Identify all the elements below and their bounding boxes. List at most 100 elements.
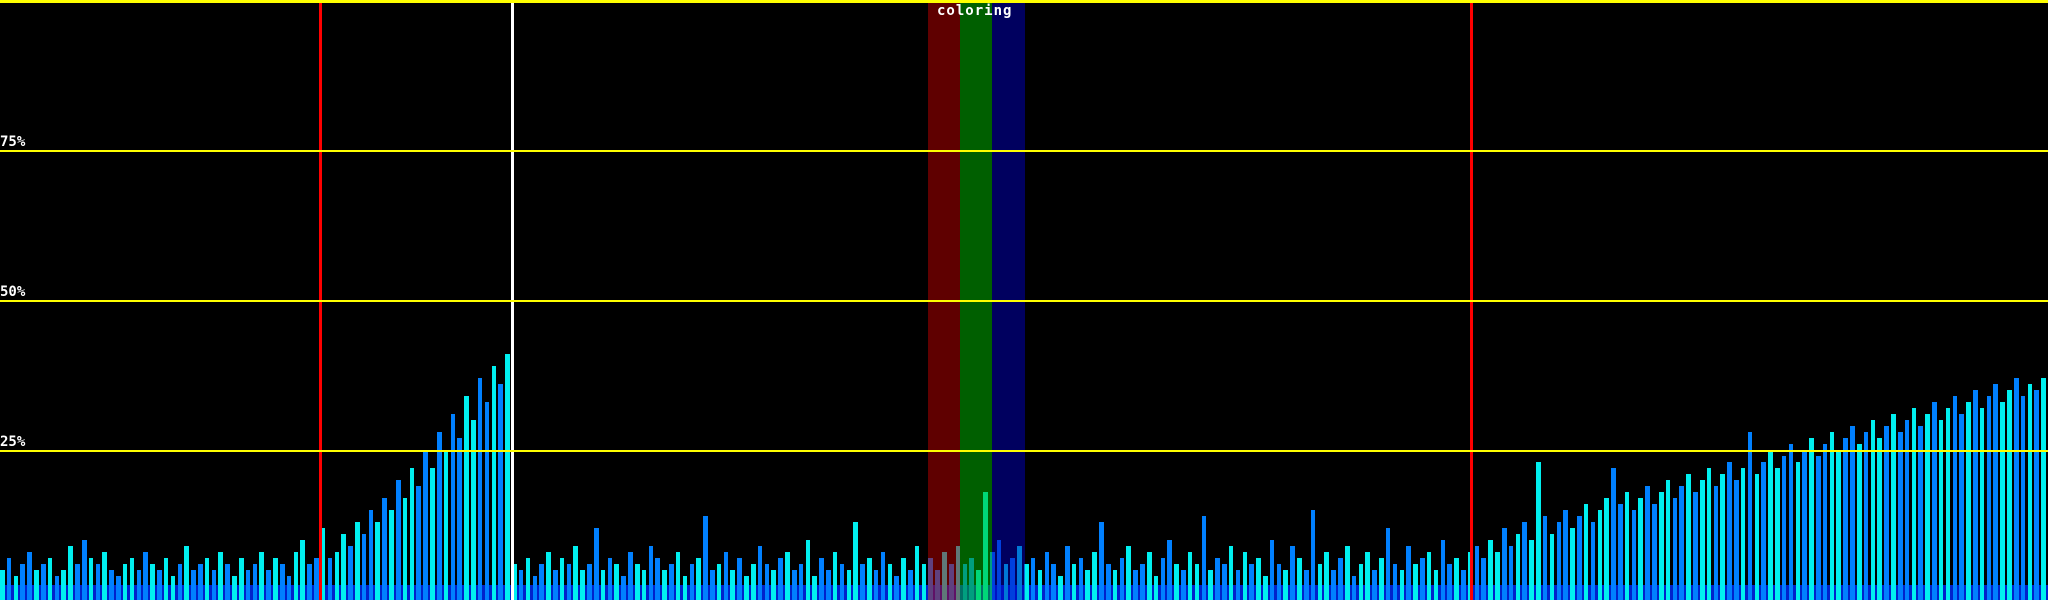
histogram-bar <box>116 576 121 600</box>
tick-label-50: 50% <box>0 284 26 300</box>
histogram-bar <box>1181 570 1186 600</box>
histogram-bar <box>27 552 32 600</box>
histogram-bar <box>1897 432 1903 600</box>
histogram-bar <box>546 552 551 600</box>
histogram-bar <box>1071 564 1077 600</box>
histogram-bar <box>197 564 203 600</box>
histogram-bar <box>1413 564 1418 600</box>
histogram-bar <box>580 570 585 600</box>
histogram-bar <box>1645 486 1650 600</box>
histogram-bar <box>1283 570 1289 600</box>
histogram-bar <box>1788 444 1794 600</box>
gridline-25 <box>0 450 2048 452</box>
histogram-bar <box>778 558 783 600</box>
histogram-bar <box>1577 516 1582 600</box>
histogram-bar <box>1379 558 1384 600</box>
histogram-bar <box>232 576 237 600</box>
histogram-bar <box>1495 552 1500 600</box>
histogram-bar <box>1420 558 1425 600</box>
histogram-bar <box>1618 504 1623 600</box>
histogram-bar <box>1385 528 1391 600</box>
histogram-bar <box>88 558 94 600</box>
histogram-bar <box>764 564 770 600</box>
histogram-bar <box>1474 546 1480 600</box>
histogram-bar <box>1454 558 1459 600</box>
histogram-bar <box>423 450 428 600</box>
histogram-bar <box>184 546 189 600</box>
histogram-bar <box>539 564 544 600</box>
histogram-bar <box>1679 486 1685 600</box>
histogram-bar <box>1740 468 1746 600</box>
histogram-bar <box>0 570 5 600</box>
histogram-bar <box>1761 462 1766 600</box>
histogram-bar <box>1932 402 1937 600</box>
histogram-bar <box>1440 540 1446 600</box>
histogram-bar <box>1747 432 1753 600</box>
histogram-bar <box>1542 516 1548 600</box>
histogram-bar <box>621 576 626 600</box>
histogram-bar <box>907 570 913 600</box>
histogram-bar <box>402 498 408 600</box>
histogram-bar <box>61 570 67 600</box>
histogram-bar <box>614 564 620 600</box>
histogram-bar <box>252 564 258 600</box>
histogram-bar <box>266 570 271 600</box>
histogram-bar <box>1802 450 1807 600</box>
histogram-bar <box>334 552 340 600</box>
histogram-bar <box>477 378 483 600</box>
histogram-bar <box>505 354 510 600</box>
histogram-bar <box>669 564 674 600</box>
histogram-bar <box>1187 552 1193 600</box>
histogram-bar <box>498 384 503 600</box>
histogram-bar <box>1850 426 1855 600</box>
histogram-bar <box>600 570 606 600</box>
histogram-bar <box>566 564 572 600</box>
histogram-bar <box>1433 570 1439 600</box>
histogram-bar <box>75 564 80 600</box>
histogram-bar <box>703 516 708 600</box>
histogram-bar <box>238 558 244 600</box>
histogram-bar <box>1208 570 1213 600</box>
histogram-bar <box>1167 540 1172 600</box>
histogram-bar <box>395 480 401 600</box>
histogram-bar <box>1133 570 1138 600</box>
histogram-bar <box>1290 546 1295 600</box>
histogram-bar <box>1843 438 1848 600</box>
histogram-bar <box>361 534 367 600</box>
histogram-bar <box>109 570 114 600</box>
histogram-bar <box>471 420 476 600</box>
histogram-bar <box>293 552 299 600</box>
histogram-bar <box>1815 456 1821 600</box>
histogram-bar <box>737 558 742 600</box>
histogram-bar <box>1959 414 1964 600</box>
histogram-bar <box>1051 564 1056 600</box>
histogram-bar <box>573 546 579 600</box>
histogram-bar <box>1030 558 1036 600</box>
histogram-bar <box>894 576 899 600</box>
histogram-bar <box>129 558 135 600</box>
histogram-bar <box>1863 432 1869 600</box>
tick-label-25: 25% <box>0 434 26 450</box>
gridline-100 <box>0 0 2048 3</box>
histogram-bar <box>1297 558 1302 600</box>
histogram-bar <box>1460 570 1466 600</box>
histogram-bar <box>1249 564 1254 600</box>
histogram-bar <box>1508 546 1514 600</box>
histogram-bar <box>1338 558 1343 600</box>
histogram-bar <box>1699 480 1705 600</box>
histogram-bar <box>1105 564 1111 600</box>
histogram-bar <box>1884 426 1889 600</box>
tick-label-75: 75% <box>0 134 26 150</box>
histogram-bar <box>484 402 490 600</box>
histogram-bar <box>1426 552 1432 600</box>
histogram-bar <box>1973 390 1978 600</box>
histogram-bar <box>1481 558 1487 600</box>
histogram-bar <box>552 570 558 600</box>
histogram-bar <box>832 552 838 600</box>
histogram-bar <box>757 546 763 600</box>
histogram-bar <box>1734 480 1739 600</box>
histogram-bar <box>682 576 688 600</box>
histogram-bar <box>1201 516 1207 600</box>
histogram-bar <box>1256 558 1261 600</box>
histogram-bar <box>245 570 251 600</box>
